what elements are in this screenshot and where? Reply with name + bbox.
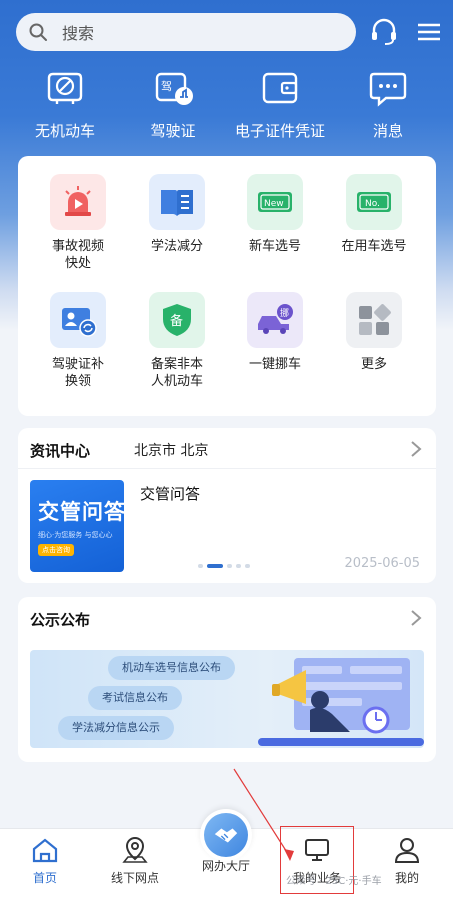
service-new-plate[interactable]: New 新车选号 <box>227 174 323 255</box>
headset-icon[interactable] <box>368 16 400 48</box>
chevron-right-icon[interactable] <box>410 609 422 627</box>
user-icon <box>394 838 420 863</box>
notice-banner[interactable]: 机动车选号信息公布 考试信息公布 学法减分信息公示 <box>30 650 424 748</box>
svg-text:No.: No. <box>365 199 380 209</box>
tab-offline-outlets[interactable]: 线下网点 <box>90 835 180 886</box>
service-label: 学法减分 <box>150 239 203 254</box>
shortcut-e-credential[interactable]: 电子证件凭证 <box>225 62 335 141</box>
tab-label: 线下网点 <box>110 871 159 885</box>
notice-pill: 机动车选号信息公布 <box>108 656 235 680</box>
thumb-subtitle: 细心·为您服务 与您心心 <box>38 531 113 539</box>
top-shortcuts: 无机动车 驾 驾驶证 电子证件凭证 消息 <box>0 62 453 142</box>
shortcut-driver-license[interactable]: 驾 驾驶证 <box>118 62 228 141</box>
divider <box>18 468 436 469</box>
service-label: 在用车选号 <box>341 239 407 254</box>
license-renew-icon <box>62 308 97 337</box>
svg-text:挪: 挪 <box>280 307 289 319</box>
thumb-title: 交管问答 <box>38 500 124 524</box>
no-vehicle-icon <box>47 72 83 104</box>
chevron-right-icon[interactable] <box>410 440 422 458</box>
news-city[interactable]: 北京市 北京 <box>134 440 208 460</box>
alarm-video-icon <box>65 186 91 216</box>
service-label: 新车选号 <box>248 239 301 254</box>
tab-home[interactable]: 首页 <box>0 835 90 886</box>
service-accident-video[interactable]: 事故视频 快处 <box>30 174 126 272</box>
svg-text:New: New <box>264 199 284 209</box>
news-item-title[interactable]: 交管问答 <box>140 483 200 504</box>
megaphone-illustration <box>258 658 424 746</box>
service-study-points[interactable]: 学法减分 <box>129 174 225 255</box>
carousel-dot <box>236 564 241 568</box>
shortcut-label: 无机动车 <box>34 122 95 140</box>
thumb-button: 点击咨询 <box>38 544 74 556</box>
shortcut-no-vehicle[interactable]: 无机动车 <box>10 62 120 141</box>
svg-text:驾: 驾 <box>161 80 172 93</box>
search-input[interactable]: 搜索 <box>16 13 356 51</box>
service-label: 一键挪车 <box>248 357 301 372</box>
shortcut-label: 消息 <box>372 122 403 140</box>
carousel-dot <box>198 564 203 568</box>
services-card: 事故视频 快处 学法减分 New 新车选号 No. 在用车选号 驾驶证补 换领 … <box>18 156 436 416</box>
news-card: 资讯中心 北京市 北京 交管问答 细心·为您服务 与您心心 点击咨询 交管问答 … <box>18 428 436 583</box>
service-label: 事故视频 快处 <box>51 239 104 271</box>
service-tile <box>50 292 106 348</box>
book-icon <box>161 190 193 216</box>
search-icon <box>29 23 47 41</box>
wallet-icon <box>262 72 298 104</box>
service-tile <box>346 292 402 348</box>
shortcut-label: 电子证件凭证 <box>234 122 325 140</box>
notice-pill: 学法减分信息公示 <box>58 716 174 740</box>
bottom-tab-bar: 首页 线下网点 网办大厅 我的业务 我的 <box>0 809 453 900</box>
service-label: 更多 <box>360 357 387 372</box>
service-more[interactable]: 更多 <box>326 292 422 373</box>
move-car-icon: 挪 <box>258 304 293 334</box>
message-icon <box>369 72 407 107</box>
service-record-vehicle[interactable]: 备 备案非本 人机动车 <box>129 292 225 390</box>
shield-record-icon: 备 <box>163 304 191 336</box>
more-grid-icon <box>359 304 391 335</box>
carousel-dot-active <box>207 564 223 568</box>
shortcut-messages[interactable]: 消息 <box>333 62 443 141</box>
plate-no-icon: No. <box>357 192 391 212</box>
service-move-car[interactable]: 挪 一键挪车 <box>227 292 323 373</box>
carousel-dot <box>245 564 250 568</box>
notice-pill: 考试信息公布 <box>88 686 182 710</box>
shortcut-label: 驾驶证 <box>150 122 196 140</box>
menu-icon[interactable] <box>416 18 442 46</box>
service-tile: 备 <box>149 292 205 348</box>
svg-text:备: 备 <box>170 313 183 329</box>
notice-card: 公示公布 机动车选号信息公布 考试信息公布 学法减分信息公示 <box>18 597 436 762</box>
service-plate-no[interactable]: No. 在用车选号 <box>326 174 422 255</box>
news-heading: 资讯中心 <box>30 442 91 460</box>
notice-heading: 公示公布 <box>30 611 91 629</box>
service-tile <box>149 174 205 230</box>
service-tile: New <box>247 174 303 230</box>
new-plate-icon: New <box>258 192 292 212</box>
service-license-renew[interactable]: 驾驶证补 换领 <box>30 292 126 390</box>
service-label: 驾驶证补 换领 <box>51 357 104 389</box>
service-tile <box>50 174 106 230</box>
search-placeholder: 搜索 <box>62 24 95 43</box>
news-date: 2025-06-05 <box>344 556 420 571</box>
news-thumbnail[interactable]: 交管问答 细心·为您服务 与您心心 点击咨询 <box>30 480 124 572</box>
service-label: 备案非本 人机动车 <box>150 357 203 389</box>
carousel-dots <box>198 564 250 568</box>
tab-label: 首页 <box>32 871 57 885</box>
home-icon <box>32 838 58 863</box>
driver-license-icon: 驾 <box>155 72 193 105</box>
service-tile: 挪 <box>247 292 303 348</box>
location-pin-icon <box>122 836 148 863</box>
search-row: 搜索 <box>16 12 441 52</box>
watermark: 公众号 · 2SC·元·手车 <box>286 876 382 887</box>
carousel-dot <box>227 564 232 568</box>
service-tile: No. <box>346 174 402 230</box>
